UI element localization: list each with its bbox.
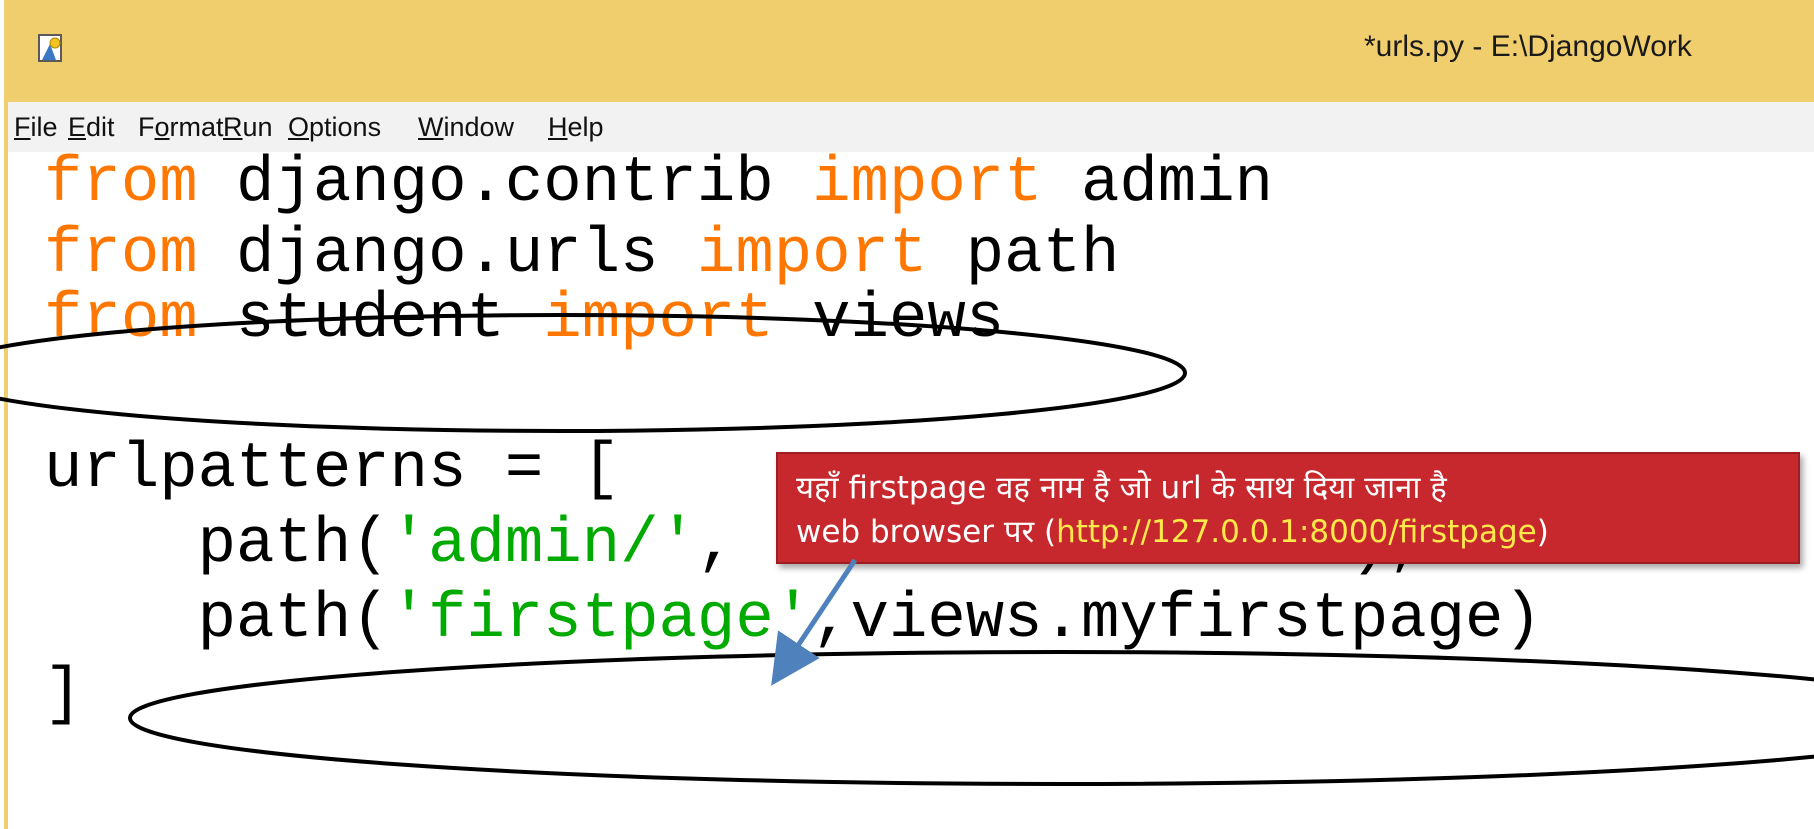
title-bar[interactable]: *urls.py - E:\DjangoWork [4, 0, 1814, 106]
menu-label-post: un [242, 112, 273, 142]
window-title: *urls.py - E:\DjangoWork [1364, 30, 1692, 63]
annotation-prefix: web browser पर ( [796, 514, 1057, 550]
code-keyword: from [44, 148, 198, 220]
annotation-line-2: web browser पर (http://127.0.0.1:8000/fi… [796, 510, 1549, 552]
menu-label-mnemonic: H [548, 112, 568, 142]
code-text: admin [1042, 148, 1273, 220]
code-line: ] [44, 655, 82, 735]
code-text: path( [44, 509, 390, 581]
menu-label-mnemonic: W [418, 112, 444, 142]
menu-label-mnemonic: F [14, 112, 31, 142]
code-line: from student import views [44, 280, 1004, 360]
screenshot-stage: *urls.py - E:\DjangoWork File Edit Format R… [0, 0, 1814, 829]
code-text: views [773, 284, 1005, 356]
code-text: ] [44, 659, 83, 731]
menu-label-post: elp [567, 112, 604, 142]
menu-label-post: rmat [169, 112, 224, 142]
code-text: student [197, 284, 544, 356]
menu-label-mnemonic: O [288, 112, 310, 142]
code-text: path( [44, 584, 390, 656]
code-text: ,views.myfirstpage) [812, 584, 1542, 656]
code-line: urlpatterns = [ [44, 430, 620, 510]
annotation-callout: यहाँ firstpage वह नाम है जो url के साथ द… [776, 452, 1800, 564]
menu-label-post: indow [443, 112, 515, 142]
menu-label-post: ile [30, 112, 58, 142]
menu-item-file[interactable]: File [14, 112, 58, 143]
menu-item-options[interactable]: Options [288, 112, 381, 143]
idle-editor-window: *urls.py - E:\DjangoWork File Edit Format R… [4, 0, 1814, 829]
annotation-line-1: यहाँ firstpage वह नाम है जो url के साथ द… [796, 470, 1447, 506]
menu-label-mnemonic: o [154, 112, 170, 142]
code-line: from django.contrib import admin [44, 144, 1273, 224]
menu-label-pre: F [138, 112, 155, 142]
code-text: django.contrib [197, 148, 813, 220]
menu-label-mnemonic: E [68, 112, 87, 142]
code-keyword: import [543, 284, 774, 356]
menu-item-window[interactable]: Window [418, 112, 514, 143]
menu-label-mnemonic: R [223, 112, 243, 142]
idle-app-icon [38, 34, 62, 62]
menu-item-format[interactable]: Format [138, 112, 224, 143]
menu-item-help[interactable]: Help [548, 112, 604, 143]
annotation-suffix: ) [1536, 514, 1549, 550]
code-line: path('firstpage',views.myfirstpage) [44, 580, 1542, 660]
code-string: 'admin/' [389, 509, 697, 581]
code-text: urlpatterns = [ [44, 434, 621, 506]
menu-item-run[interactable]: Run [223, 112, 273, 143]
code-keyword: from [44, 284, 198, 356]
annotation-url: http://127.0.0.1:8000/firstpage [1056, 514, 1537, 550]
code-string: 'firstpage' [389, 584, 813, 656]
menu-item-edit[interactable]: Edit [68, 112, 115, 143]
menu-label-post: ptions [309, 112, 382, 142]
menu-label-post: dit [86, 112, 115, 142]
code-keyword: import [812, 148, 1043, 220]
